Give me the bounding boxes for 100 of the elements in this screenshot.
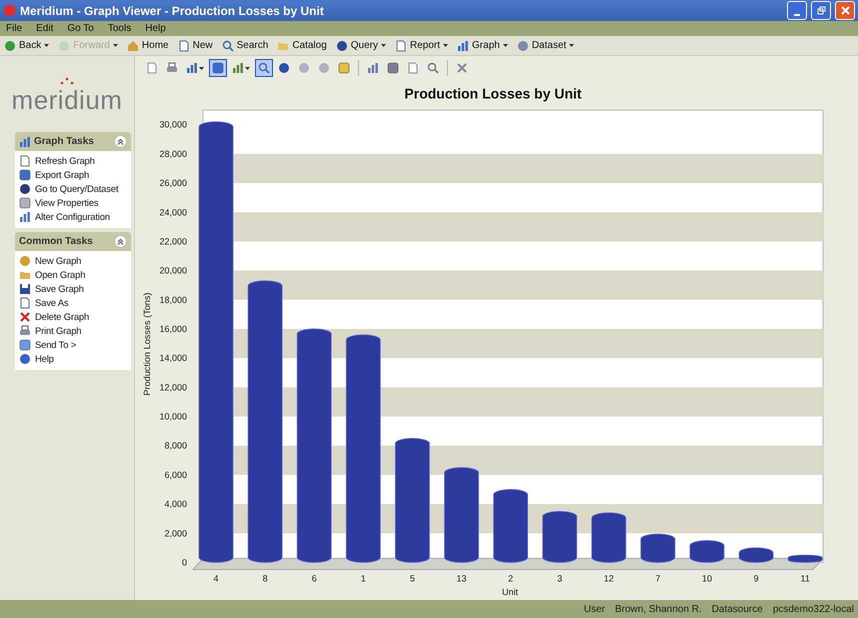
y-tick-label: 8,000 — [164, 440, 187, 451]
x-tick-label: 11 — [800, 574, 810, 584]
toolbar-button[interactable]: Catalog — [277, 40, 327, 52]
panel-title: Common Tasks — [19, 236, 94, 247]
status-value: Brown, Shannon R. — [614, 604, 702, 614]
bar — [690, 540, 724, 563]
task-link[interactable]: Alter Configuration — [19, 211, 127, 223]
toolbar-button[interactable]: Search — [222, 40, 268, 52]
report-icon — [395, 40, 408, 52]
toolbar-button[interactable]: Query — [336, 40, 386, 52]
chart-icon — [367, 62, 379, 74]
toolbar-button[interactable] — [255, 59, 273, 77]
caret-icon — [44, 44, 50, 47]
status-label: User — [584, 604, 605, 614]
close-icon — [840, 6, 850, 15]
task-link[interactable]: Go to Query/Dataset — [19, 183, 127, 195]
task-link[interactable]: View Properties — [19, 197, 127, 209]
x-tick-label: 6 — [312, 574, 317, 584]
y-tick-label: 10,000 — [160, 412, 187, 422]
task-link[interactable]: Delete Graph — [19, 311, 127, 323]
task-link[interactable]: Refresh Graph — [19, 155, 127, 167]
delete-icon — [19, 311, 31, 323]
task-link[interactable]: Print Graph — [19, 325, 127, 337]
y-tick-label: 4,000 — [164, 499, 187, 510]
minimize-icon — [794, 14, 800, 16]
task-link[interactable]: New Graph — [19, 255, 127, 267]
y-tick-label: 28,000 — [160, 148, 187, 159]
x-tick-label: 9 — [754, 574, 759, 584]
collapse-button[interactable] — [114, 235, 127, 248]
y-tick-label: 24,000 — [160, 207, 187, 218]
graph-icon — [457, 40, 470, 52]
x-tick-label: 8 — [262, 574, 268, 584]
toolbar-button[interactable]: Report — [395, 40, 448, 52]
status-value: pcsdemo322-local — [772, 604, 854, 614]
restore-button[interactable] — [811, 1, 831, 20]
task-link[interactable]: Save As — [19, 297, 127, 309]
caret-icon — [381, 44, 386, 47]
minimize-button[interactable] — [787, 1, 807, 20]
toolbar-button[interactable]: Back — [4, 40, 50, 52]
restore-icon — [816, 6, 826, 15]
task-link[interactable]: Send To > — [19, 339, 127, 351]
toolbar-button[interactable]: Graph — [457, 40, 508, 52]
bar — [640, 534, 676, 563]
y-tick-label: 20,000 — [160, 266, 187, 276]
y-tick-label: 2,000 — [164, 528, 187, 538]
printer-icon — [19, 325, 31, 337]
menu-item[interactable]: Go To — [67, 23, 94, 34]
y-tick-label: 26,000 — [160, 178, 187, 188]
app-logo-icon — [3, 4, 16, 17]
x-tick-label: 7 — [655, 574, 660, 584]
panel-title: Graph Tasks — [34, 136, 95, 147]
x-tick-label: 13 — [456, 574, 466, 584]
chart-icon — [186, 62, 198, 74]
y-tick-label: 16,000 — [160, 324, 187, 334]
toolbar-button[interactable] — [209, 59, 227, 77]
window-title: Meridium - Graph Viewer - Production Losses by Unit — [20, 4, 325, 18]
caret-icon — [245, 66, 250, 70]
collapse-button[interactable] — [114, 135, 127, 148]
status-label: Datasource — [712, 604, 763, 614]
task-link[interactable]: Help — [19, 353, 127, 365]
y-tick-label: 12,000 — [160, 382, 187, 392]
new-document-icon — [178, 40, 190, 52]
x-tick-label: 1 — [360, 574, 366, 584]
toolbar-button[interactable]: Dataset — [516, 40, 574, 52]
x-tick-label: 3 — [557, 574, 562, 584]
caret-icon — [199, 66, 204, 70]
menu-item[interactable]: Edit — [36, 23, 54, 34]
x-tick-label: 10 — [702, 574, 712, 584]
x-tick-label: 4 — [214, 574, 218, 584]
home-icon — [126, 40, 139, 52]
caret-icon — [569, 44, 574, 47]
caret-icon — [502, 44, 508, 47]
x-tick-label: 5 — [410, 574, 415, 584]
bar — [788, 554, 823, 563]
caret-icon — [443, 44, 448, 47]
chart-icon — [19, 211, 31, 223]
toolbar-button[interactable]: Home — [126, 40, 169, 52]
close-button[interactable] — [835, 1, 855, 20]
y-tick-label: 22,000 — [160, 236, 187, 246]
chart-title: Production Losses by Unit — [404, 85, 582, 102]
menu-item[interactable]: File — [6, 23, 22, 34]
printer-icon — [166, 62, 178, 74]
task-link[interactable]: Save Graph — [19, 283, 127, 295]
chevron-icon — [117, 238, 124, 245]
caret-icon — [112, 44, 118, 47]
y-tick-label: 30,000 — [160, 120, 187, 130]
sphere-icon — [278, 62, 290, 74]
menu-item[interactable]: Tools — [108, 23, 132, 34]
bar — [542, 510, 578, 563]
logo-text: meridium — [12, 84, 122, 116]
search-icon — [222, 40, 234, 52]
task-link[interactable]: Open Graph — [19, 269, 127, 281]
menu-item[interactable]: Help — [145, 23, 166, 34]
bar — [591, 512, 626, 563]
task-link[interactable]: Export Graph — [19, 169, 127, 181]
x-tick-label: 12 — [604, 574, 614, 584]
x-axis-title: Unit — [502, 586, 518, 597]
zoom-icon — [258, 62, 270, 74]
toolbar-button[interactable]: New — [178, 40, 213, 52]
y-tick-label: 14,000 — [160, 353, 187, 364]
